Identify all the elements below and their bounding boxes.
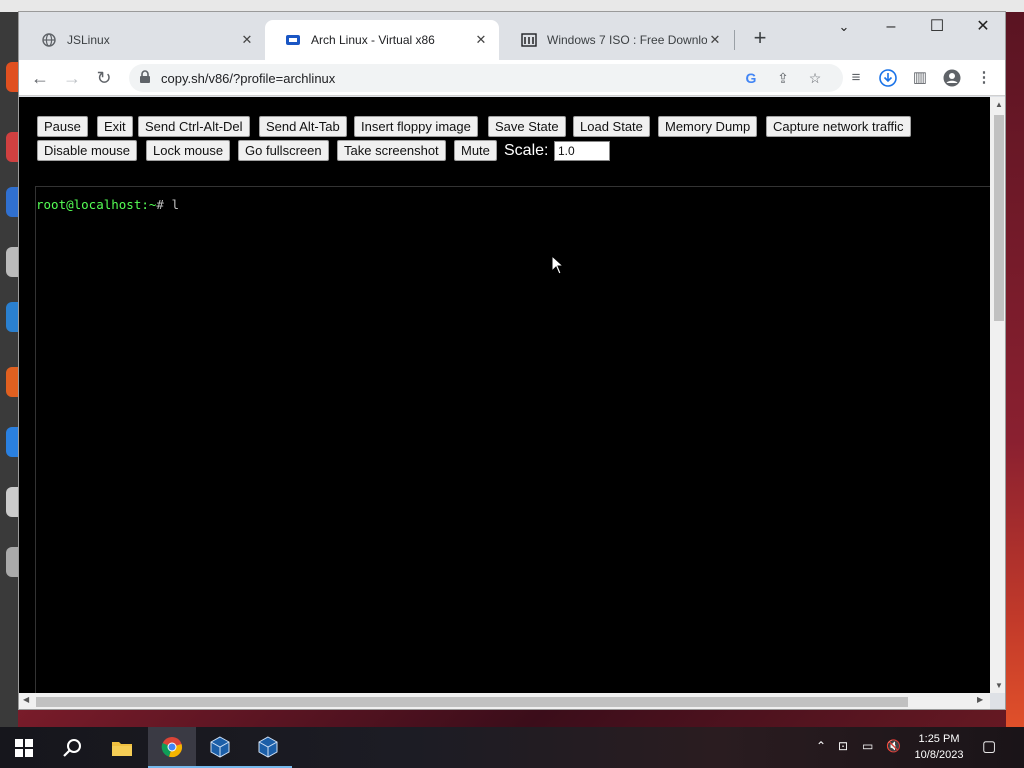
lock-mouse-button[interactable]: Lock mouse [146,140,231,161]
tab-arch-linux[interactable]: Arch Linux - Virtual x86 ✕ [265,20,499,60]
capture-network-button[interactable]: Capture network traffic [766,116,911,137]
reload-button[interactable]: ↻ [90,64,118,92]
url-text[interactable]: copy.sh/v86/?profile=archlinux [161,71,335,86]
scale-input[interactable]: 1.0 [554,141,610,161]
system-clock[interactable]: 1:25 PM 10/8/2023 [910,731,968,763]
go-fullscreen-button[interactable]: Go fullscreen [238,140,329,161]
share-icon[interactable]: ⇪ [775,70,791,86]
background-app-icon [6,427,18,457]
background-app-icon [6,547,18,577]
close-tab-icon[interactable]: ✕ [473,32,489,48]
terminal-line: root@localhost:~# l [36,197,179,212]
vertical-scrollbar[interactable]: ▲ ▼ [990,97,1005,693]
bookmark-star-icon[interactable]: ☆ [807,70,823,86]
show-hidden-icons-chevron-icon[interactable]: ⌃ [816,739,826,753]
send-alt-tab-button[interactable]: Send Alt-Tab [259,116,347,137]
terminal-input: l [171,197,180,212]
search-icon [63,738,81,757]
emulator-page: Pause Exit Send Ctrl-Alt-Del Send Alt-Ta… [19,97,990,693]
tab-title: Arch Linux - Virtual x86 [311,33,435,47]
terminal-prompt: root@localhost:~ [36,197,157,212]
mouse-cursor-icon [551,255,565,275]
vm-screen[interactable] [35,186,990,693]
tab-separator [734,30,735,50]
tab-search-button[interactable]: ⌄ [821,14,867,42]
tab-windows7-iso[interactable]: Windows 7 ISO : Free Downloa ✕ [501,20,733,60]
clock-time: 1:25 PM [918,733,960,745]
close-tab-icon[interactable]: ✕ [707,32,723,48]
file-explorer-button[interactable] [98,727,146,768]
background-app-icon [6,132,18,162]
desktop-wallpaper-edge [1006,12,1024,727]
pause-button[interactable]: Pause [37,116,88,137]
archive-icon [521,32,537,48]
terminal-prompt-symbol: # [156,197,172,212]
vertical-scroll-thumb[interactable] [994,115,1004,321]
google-lens-icon[interactable]: G [743,70,759,86]
side-panel-icon[interactable]: ▥ [906,64,934,92]
download-icon[interactable] [874,64,902,92]
background-app-icon [6,187,18,217]
menu-kebab-icon[interactable]: ⋮ [970,64,998,92]
scale-label: Scale: [504,142,549,159]
virtualbox-icon [210,735,230,758]
horizontal-scrollbar[interactable]: ◀ ▶ [19,693,990,709]
scroll-right-arrow-icon[interactable]: ▶ [977,695,983,704]
scroll-left-arrow-icon[interactable]: ◀ [23,695,29,704]
scroll-down-arrow-icon[interactable]: ▼ [994,681,1004,690]
network-icon[interactable]: ▭ [862,739,873,753]
globe-icon [41,32,57,48]
tab-strip: JSLinux ✕ Arch Linux - Virtual x86 ✕ Win… [19,12,1005,60]
exit-button[interactable]: Exit [97,116,133,137]
tab-title: JSLinux [67,33,110,47]
minimize-button[interactable]: – [868,14,914,42]
new-tab-button[interactable]: + [747,26,773,52]
background-app-icon [6,302,18,332]
mute-button[interactable]: Mute [454,140,497,161]
windows-logo-icon [15,738,33,757]
chrome-icon [161,736,182,757]
v86-icon [285,32,301,48]
address-bar[interactable]: copy.sh/v86/?profile=archlinux G ⇪ ☆ [129,64,843,92]
folder-icon [112,741,132,756]
maximize-button[interactable]: ☐ [914,14,960,42]
media-control-icon[interactable]: ≡ [842,64,870,92]
virtualbox-vm-taskbar-button[interactable] [244,727,292,768]
horizontal-scroll-thumb[interactable] [36,697,908,707]
memory-dump-button[interactable]: Memory Dump [658,116,758,137]
background-app-icon [6,247,18,277]
background-app-icon [6,62,18,92]
back-button[interactable]: ← [26,64,54,92]
tab-jslinux[interactable]: JSLinux ✕ [21,20,265,60]
lock-icon [139,70,155,86]
search-button[interactable] [48,727,96,768]
scroll-up-arrow-icon[interactable]: ▲ [994,100,1004,109]
tab-title: Windows 7 ISO : Free Downloa [547,33,707,47]
disable-mouse-button[interactable]: Disable mouse [37,140,137,161]
chrome-taskbar-button[interactable] [148,727,196,768]
start-button[interactable] [0,727,48,768]
background-app-icon [6,487,18,517]
close-tab-icon[interactable]: ✕ [239,32,255,48]
insert-floppy-button[interactable]: Insert floppy image [354,116,478,137]
browser-window: JSLinux ✕ Arch Linux - Virtual x86 ✕ Win… [18,11,1006,710]
windows-taskbar: ⌃ ⊡ ▭ 🔇 1:25 PM 10/8/2023 ▢ [0,727,1024,768]
virtualbox-icon [258,735,278,758]
volume-muted-icon[interactable]: 🔇 [886,739,901,753]
network-disconnected-icon[interactable]: ⊡ [838,739,848,753]
send-ctrl-alt-del-button[interactable]: Send Ctrl-Alt-Del [138,116,250,137]
virtualbox-taskbar-button[interactable] [196,727,244,768]
background-app-icon [6,367,18,397]
clock-date: 10/8/2023 [914,749,964,761]
take-screenshot-button[interactable]: Take screenshot [337,140,446,161]
background-window-edge [0,12,18,727]
forward-button[interactable]: → [58,64,86,92]
browser-toolbar: ← → ↻ copy.sh/v86/?profile=archlinux G ⇪… [19,60,1005,96]
save-state-button[interactable]: Save State [488,116,566,137]
close-window-button[interactable]: ✕ [960,14,1005,42]
notification-center-icon[interactable]: ▢ [982,737,996,755]
load-state-button[interactable]: Load State [573,116,650,137]
profile-avatar-icon[interactable] [938,64,966,92]
